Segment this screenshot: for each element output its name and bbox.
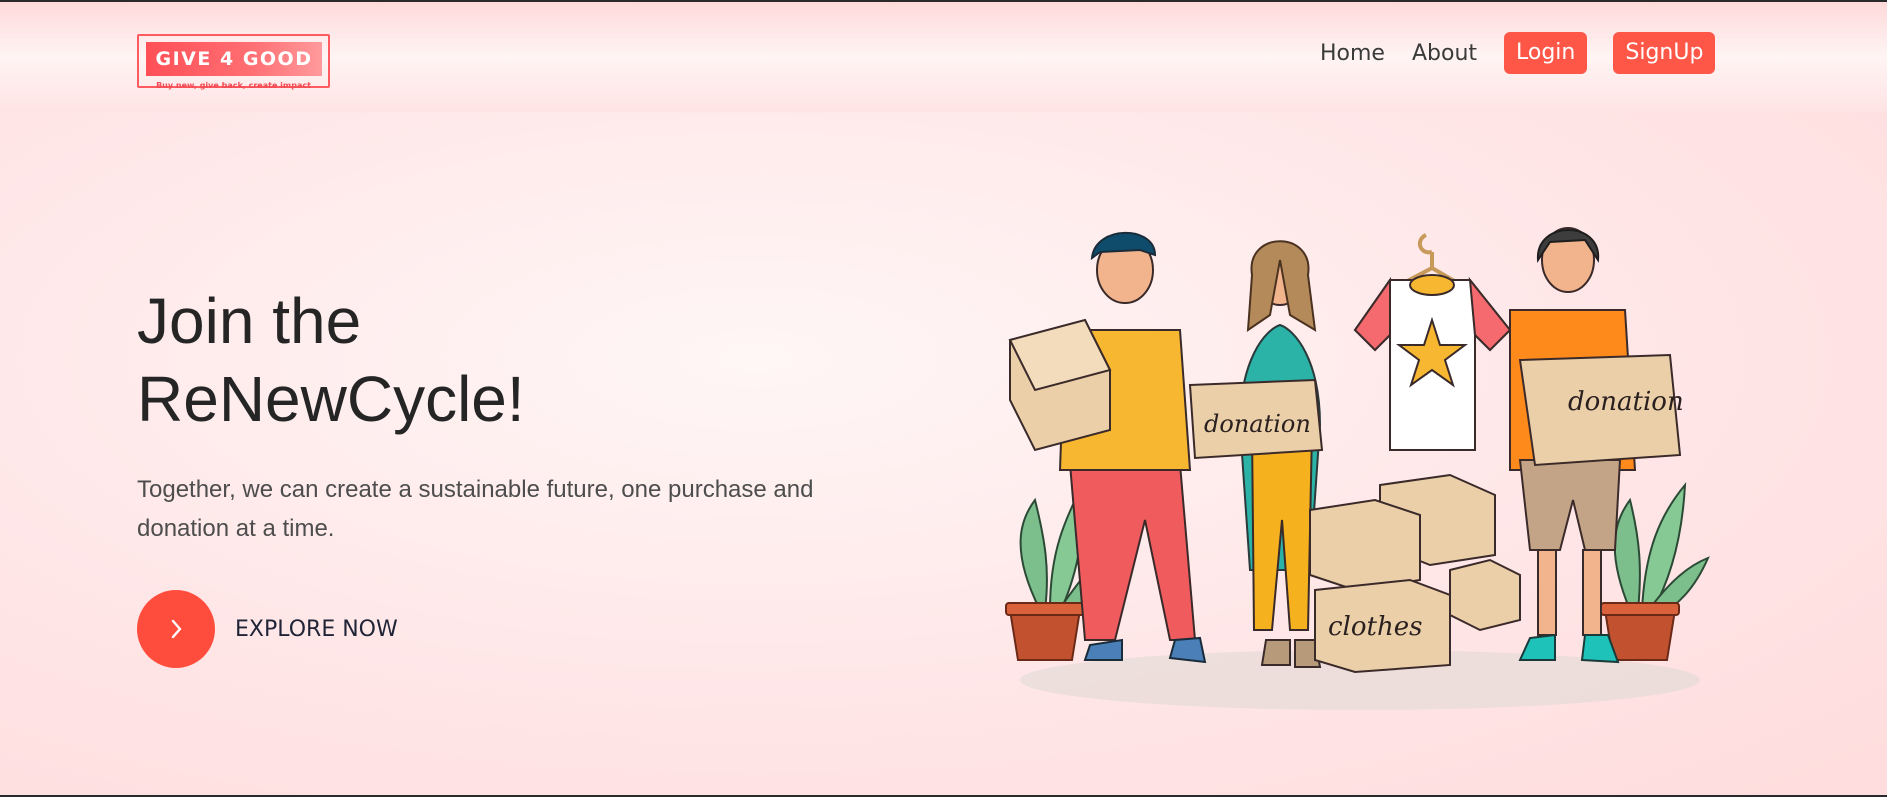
stacked-boxes: clothes [1309,473,1521,674]
login-button[interactable]: Login [1504,32,1588,74]
site-logo[interactable]: GIVE 4 GOOD Buy new, give back, create i… [137,34,330,90]
hero-title-line-2: ReNewCycle! [137,363,525,435]
main-nav: Home About Login SignUp [1320,32,1716,74]
nav-about-link[interactable]: About [1412,41,1477,66]
explore-now-label: EXPLORE NOW [235,616,398,642]
clothes-box-label: clothes [1328,612,1422,642]
donation-box-label-2: donation [1568,387,1684,417]
logo-frame: GIVE 4 GOOD [137,34,330,88]
logo-tagline: Buy new, give back, create impact [156,81,311,90]
logo-banner: GIVE 4 GOOD [146,42,322,76]
donation-box-label-1: donation [1204,410,1311,438]
hero-title-line-1: Join the [137,285,362,357]
nav-home-link[interactable]: Home [1320,41,1385,66]
woman-teal-jacket: donation [1188,240,1324,668]
tshirt-on-hanger [1353,233,1512,451]
explore-circle[interactable] [137,590,215,668]
donation-illustration: donation clothes donation [1005,227,1710,710]
hero-subtitle: Together, we can create a sustainable fu… [137,476,814,542]
logo-title: GIVE 4 GOOD [155,48,313,70]
chevron-right-icon [171,619,182,639]
explore-now-button[interactable]: EXPLORE NOW [137,590,398,668]
signup-button[interactable]: SignUp [1613,32,1716,74]
site-header: GIVE 4 GOOD Buy new, give back, create i… [0,2,1887,112]
hero-title: Join the ReNewCycle! [137,282,837,438]
